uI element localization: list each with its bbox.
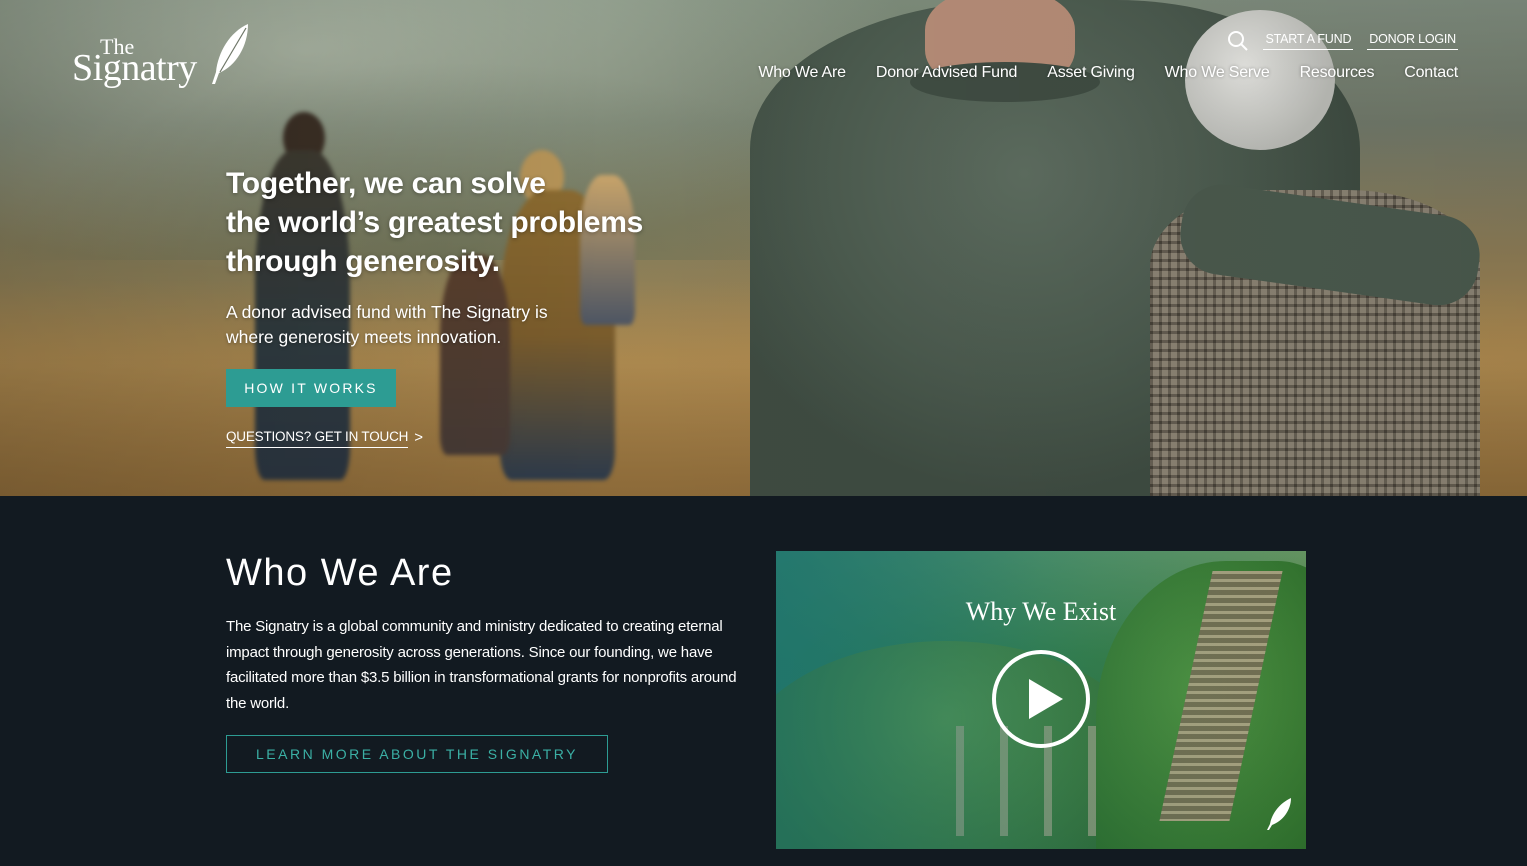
how-it-works-button[interactable]: HOW IT WORKS (226, 369, 396, 407)
search-icon[interactable] (1227, 30, 1249, 52)
start-a-fund-link[interactable]: START A FUND (1263, 32, 1354, 50)
hero-section: The Signatry START A FUND DONOR LOGIN Wh… (0, 0, 1527, 496)
feather-icon (1267, 798, 1291, 830)
utility-bar: START A FUND DONOR LOGIN (1227, 30, 1458, 52)
main-nav: Who We Are Donor Advised Fund Asset Givi… (758, 64, 1458, 82)
who-we-are-body: The Signatry is a global community and m… (226, 618, 737, 712)
get-in-touch-link[interactable]: QUESTIONS? GET IN TOUCH > (226, 429, 423, 448)
get-in-touch-label: QUESTIONS? GET IN TOUCH (226, 429, 408, 448)
learn-more-button[interactable]: LEARN MORE ABOUT THE SIGNATRY (226, 735, 608, 773)
nav-item-who-we-are[interactable]: Who We Are (758, 64, 846, 82)
hero-title-line: Together, we can solve (226, 167, 546, 200)
feather-icon (212, 24, 248, 84)
nav-item-contact[interactable]: Contact (1404, 64, 1458, 82)
nav-item-asset-giving[interactable]: Asset Giving (1047, 64, 1135, 82)
who-we-are-section: Who We Are The Signatry is a global comm… (0, 496, 1527, 866)
hero-title-line: through generosity. (226, 245, 500, 278)
donor-login-link[interactable]: DONOR LOGIN (1367, 32, 1458, 50)
chevron-right-icon: > (414, 429, 423, 446)
nav-item-who-we-serve[interactable]: Who We Serve (1165, 64, 1270, 82)
video-title: Why We Exist (965, 597, 1117, 626)
hero-subtitle-line: where generosity meets innovation. (226, 327, 502, 347)
hero-subtitle-line: A donor advised fund with The Signatry i… (226, 302, 548, 322)
nav-item-resources[interactable]: Resources (1300, 64, 1375, 82)
play-icon[interactable] (991, 649, 1091, 749)
logo-wordmark: Signatry (72, 47, 197, 89)
site-logo[interactable]: The Signatry (72, 22, 252, 89)
hero-title-line: the world’s greatest problems (226, 206, 643, 239)
who-we-are-heading: Who We Are (226, 552, 454, 594)
hero-title: Together, we can solve the world’s great… (226, 164, 686, 281)
nav-item-donor-advised-fund[interactable]: Donor Advised Fund (876, 64, 1018, 82)
hero-subtitle: A donor advised fund with The Signatry i… (226, 300, 606, 350)
video-thumbnail[interactable]: Why We Exist (776, 551, 1306, 849)
